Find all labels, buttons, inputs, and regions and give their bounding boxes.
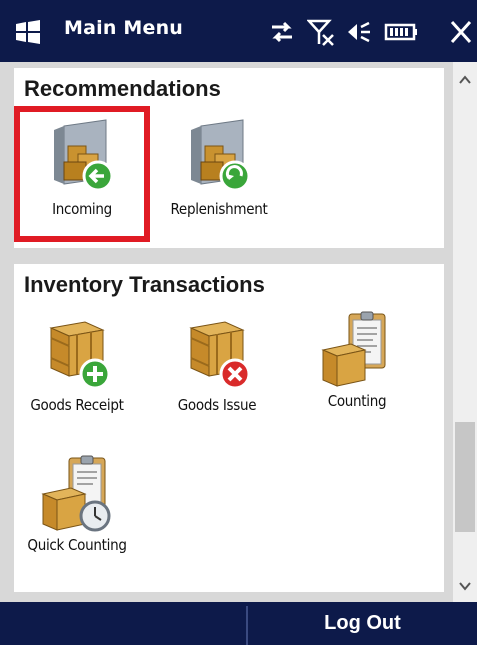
window-title: Main Menu	[64, 17, 184, 39]
scroll-down-icon[interactable]	[457, 578, 473, 594]
counting-icon	[321, 311, 386, 387]
goods-receipt-tile[interactable]: Goods Receipt	[14, 304, 140, 424]
vertical-scrollbar[interactable]	[453, 62, 477, 602]
battery-icon[interactable]	[384, 18, 418, 46]
counting-label: Counting	[327, 392, 387, 410]
scrollbar-thumb[interactable]	[455, 422, 475, 532]
left-softkey[interactable]	[0, 602, 246, 645]
quick-counting-icon	[41, 455, 111, 532]
goods-receipt-label: Goods Receipt	[30, 396, 124, 414]
log-out-softkey[interactable]: Log Out	[248, 602, 477, 645]
signal-off-icon[interactable]	[307, 18, 335, 46]
softkey-bar: Log Out	[0, 602, 477, 645]
recommendations-heading: Recommendations	[24, 76, 221, 101]
incoming-tile[interactable]: Incoming	[14, 106, 150, 242]
main-content: Recommendations Incoming Replenishment I…	[0, 62, 477, 602]
quick-counting-label: Quick Counting	[27, 536, 127, 554]
goods-issue-label: Goods Issue	[177, 396, 257, 414]
goods-issue-tile[interactable]: Goods Issue	[154, 304, 280, 424]
scroll-up-icon[interactable]	[457, 72, 473, 88]
quick-counting-tile[interactable]: Quick Counting	[14, 448, 140, 568]
inventory-transactions-panel: Inventory Transactions Goods Receipt Goo…	[14, 264, 444, 592]
replenishment-tile[interactable]: Replenishment	[156, 106, 282, 226]
goods-issue-icon	[189, 321, 251, 390]
windows-flag-icon[interactable]	[14, 20, 42, 44]
replenishment-icon	[191, 119, 251, 192]
counting-tile[interactable]: Counting	[294, 304, 420, 424]
title-bar: Main Menu	[0, 0, 477, 62]
replenishment-label: Replenishment	[170, 200, 268, 218]
network-sync-icon[interactable]	[268, 18, 296, 46]
inventory-heading: Inventory Transactions	[24, 272, 265, 297]
incoming-label: Incoming	[52, 200, 112, 218]
incoming-icon	[54, 119, 114, 192]
recommendations-panel: Recommendations Incoming Replenishment	[14, 68, 444, 248]
close-icon[interactable]	[448, 18, 474, 46]
goods-receipt-icon	[49, 321, 111, 390]
volume-icon[interactable]	[345, 18, 373, 46]
